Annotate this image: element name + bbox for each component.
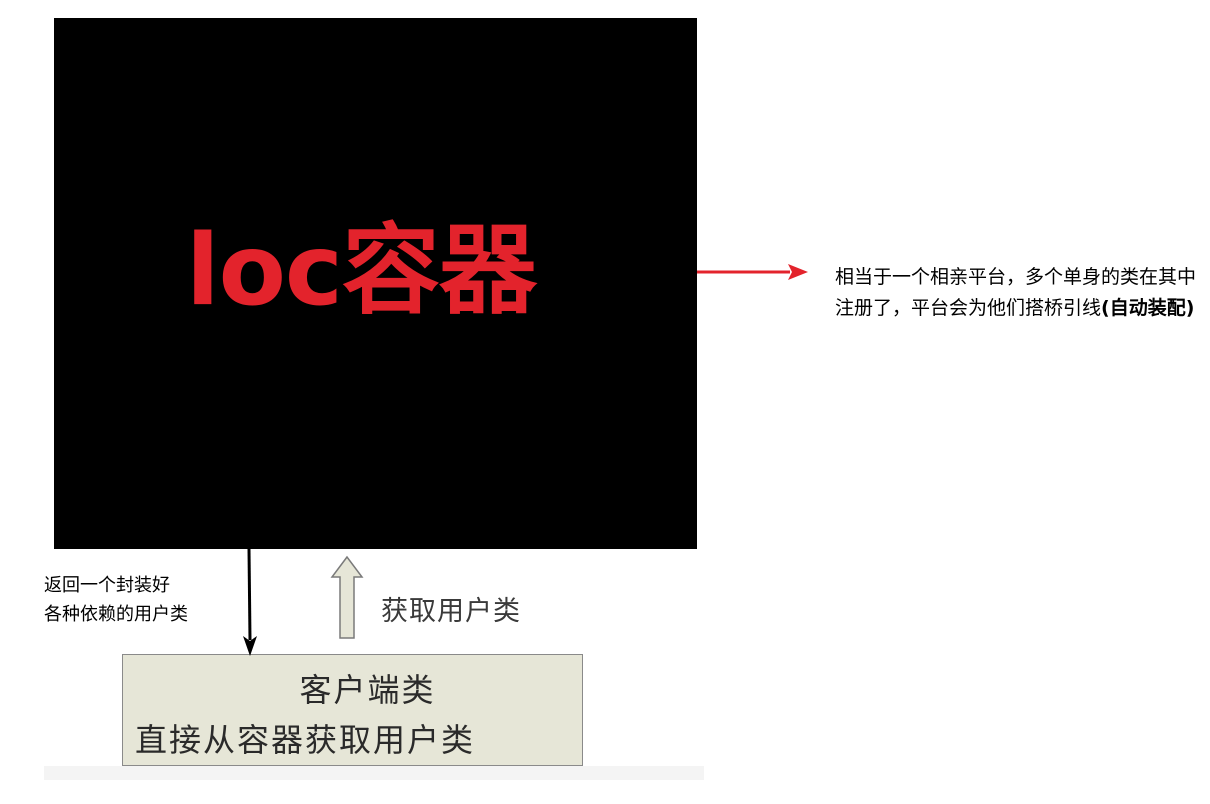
client-class-box: 客户端类 直接从容器获取用户类 bbox=[122, 654, 583, 766]
bottom-strip bbox=[44, 766, 704, 780]
return-user-class-note: 返回一个封装好 各种依赖的用户类 bbox=[44, 571, 188, 629]
return-arrow-icon bbox=[243, 548, 257, 656]
client-class-title: 客户端类 bbox=[299, 671, 436, 709]
red-arrow-icon bbox=[697, 264, 808, 280]
client-class-description: 直接从容器获取用户类 bbox=[135, 721, 476, 759]
ioc-container-title: loc容器 bbox=[186, 214, 537, 328]
return-note-line-1: 返回一个封装好 bbox=[44, 575, 170, 596]
return-note-line-2: 各种依赖的用户类 bbox=[44, 604, 188, 625]
get-user-class-label: 获取用户类 bbox=[381, 596, 521, 627]
autowire-label: (自动装配) bbox=[1101, 297, 1195, 319]
platform-analogy-note: 相当于一个相亲平台，多个单身的类在其中注册了，平台会为他们搭桥引线(自动装配) bbox=[835, 262, 1200, 324]
hollow-up-arrow-icon bbox=[330, 555, 364, 639]
